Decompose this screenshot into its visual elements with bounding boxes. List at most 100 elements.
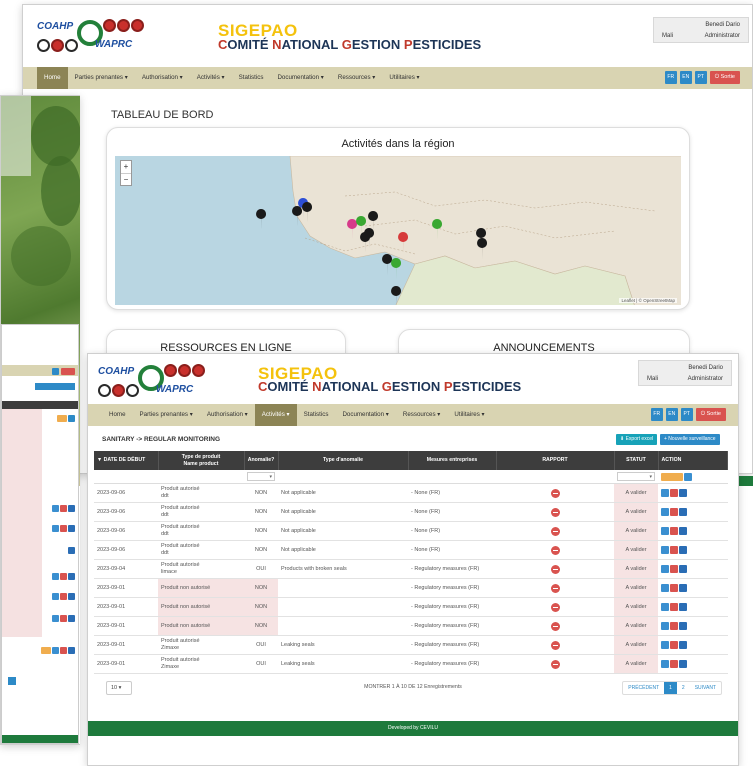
app-subtitle: COMITÉ NATIONAL GESTION PESTICIDES xyxy=(218,37,482,52)
col-report[interactable]: RAPPORT xyxy=(496,451,615,470)
report-icon[interactable] xyxy=(550,621,560,631)
nav-statistics[interactable]: Statistics xyxy=(232,67,271,89)
main-navbar: Home Parties prenantes ▾ Authorisation ▾… xyxy=(88,404,738,426)
map-marker xyxy=(382,254,393,276)
nav-activites[interactable]: Activités ▾ xyxy=(190,67,232,89)
prev-page-button[interactable]: PRÉCÉDENT xyxy=(623,682,664,694)
edit-icon[interactable] xyxy=(661,489,669,497)
anomaly-filter[interactable]: ▾ xyxy=(247,472,275,481)
nav-activites[interactable]: Activités ▾ xyxy=(254,404,297,426)
delete-icon[interactable] xyxy=(670,622,678,630)
nav-home[interactable]: Home xyxy=(102,404,133,426)
nav-utilitaires[interactable]: Utilitaires ▾ xyxy=(382,67,426,89)
report-icon[interactable] xyxy=(550,488,560,498)
map-attribution[interactable]: Leaflet | © OpenStreetMap xyxy=(619,298,677,303)
view-icon[interactable] xyxy=(679,622,687,630)
report-icon[interactable] xyxy=(550,659,560,669)
col-product[interactable]: Type de produit Name product xyxy=(158,451,245,470)
cell-report xyxy=(496,540,614,560)
col-anomaly[interactable]: Anomalie? xyxy=(244,451,279,470)
nav-documentation[interactable]: Documentation ▾ xyxy=(270,67,330,89)
delete-icon[interactable] xyxy=(670,660,678,668)
view-icon[interactable] xyxy=(679,527,687,535)
lang-fr-button[interactable]: FR xyxy=(664,71,677,84)
delete-icon[interactable] xyxy=(670,603,678,611)
lang-pt-button[interactable]: PT xyxy=(694,71,707,84)
reset-filter-button[interactable] xyxy=(684,472,692,481)
edit-icon[interactable] xyxy=(661,565,669,573)
cell-anomaly-type: Not applicable xyxy=(278,521,408,541)
cell-date: 2023-09-01 xyxy=(94,597,158,617)
cell-report xyxy=(496,483,614,503)
lang-pt-button[interactable]: PT xyxy=(680,408,693,421)
export-excel-button[interactable]: ⬇ Export excel xyxy=(616,434,658,445)
cell-measures: - Regulatory measures (FR) xyxy=(408,654,496,674)
cell-date: 2023-09-04 xyxy=(94,559,158,579)
view-icon[interactable] xyxy=(679,584,687,592)
nav-authorisation[interactable]: Authorisation ▾ xyxy=(200,404,255,426)
col-status[interactable]: STATUT xyxy=(614,451,659,470)
report-icon[interactable] xyxy=(550,583,560,593)
edit-icon[interactable] xyxy=(661,603,669,611)
nav-statistics[interactable]: Statistics xyxy=(297,404,336,426)
report-icon[interactable] xyxy=(550,507,560,517)
new-monitoring-button[interactable]: + Nouvelle surveillance xyxy=(660,434,720,445)
report-icon[interactable] xyxy=(550,640,560,650)
view-icon[interactable] xyxy=(679,546,687,554)
nav-authorisation[interactable]: Authorisation ▾ xyxy=(135,67,190,89)
delete-icon[interactable] xyxy=(670,527,678,535)
view-icon[interactable] xyxy=(679,603,687,611)
view-icon[interactable] xyxy=(679,565,687,573)
edit-icon[interactable] xyxy=(661,622,669,630)
page-2-button[interactable]: 2 xyxy=(677,682,690,694)
view-icon[interactable] xyxy=(679,660,687,668)
cell-measures: - None (FR) xyxy=(408,521,496,541)
lang-en-button[interactable]: EN xyxy=(679,71,692,84)
edit-icon[interactable] xyxy=(661,546,669,554)
cell-anomaly: NON xyxy=(244,597,278,617)
logout-button[interactable]: ⏻ Sortie xyxy=(709,71,740,84)
table-row: 2023-09-01 Produit non autorisé NON - Regul… xyxy=(94,597,728,617)
nav-parties-prenantes[interactable]: Parties prenantes ▾ xyxy=(133,404,200,426)
nav-home[interactable]: Home xyxy=(37,67,68,89)
col-measures[interactable]: Mesures entreprises xyxy=(408,451,497,470)
edit-icon[interactable] xyxy=(661,527,669,535)
view-icon[interactable] xyxy=(679,641,687,649)
delete-icon[interactable] xyxy=(670,584,678,592)
edit-icon[interactable] xyxy=(661,660,669,668)
view-icon[interactable] xyxy=(679,508,687,516)
report-icon[interactable] xyxy=(550,526,560,536)
col-anomaly-type[interactable]: Type d'anomalie xyxy=(278,451,409,470)
delete-icon[interactable] xyxy=(670,546,678,554)
delete-icon[interactable] xyxy=(670,508,678,516)
status-filter[interactable]: ▾ xyxy=(617,472,655,481)
nav-utilitaires[interactable]: Utilitaires ▾ xyxy=(447,404,491,426)
view-icon[interactable] xyxy=(679,489,687,497)
report-icon[interactable] xyxy=(550,564,560,574)
report-icon[interactable] xyxy=(550,545,560,555)
lang-en-button[interactable]: EN xyxy=(665,408,678,421)
table-row: 2023-09-06 Produit autorisé ddt NON Not app… xyxy=(94,502,728,522)
nav-documentation[interactable]: Documentation ▾ xyxy=(335,404,395,426)
filter-button[interactable] xyxy=(661,472,683,481)
cell-status: A valider xyxy=(614,578,658,598)
nav-parties-prenantes[interactable]: Parties prenantes ▾ xyxy=(68,67,135,89)
edit-icon[interactable] xyxy=(661,641,669,649)
nav-ressources[interactable]: Ressources ▾ xyxy=(396,404,448,426)
nav-ressources[interactable]: Ressources ▾ xyxy=(331,67,383,89)
edit-icon[interactable] xyxy=(661,508,669,516)
delete-icon[interactable] xyxy=(670,565,678,573)
col-date[interactable]: ▼ DATE DE DÉBUT xyxy=(94,451,159,470)
user-box[interactable]: Benedi Dario Mali Administrator xyxy=(653,17,749,43)
next-page-button[interactable]: SUIVANT xyxy=(690,682,721,694)
cell-anomaly: NON xyxy=(244,540,278,560)
lang-fr-button[interactable]: FR xyxy=(650,408,663,421)
delete-icon[interactable] xyxy=(670,489,678,497)
logout-button[interactable]: ⏻ Sortie xyxy=(695,408,726,421)
activity-map[interactable]: + − Leaflet | © OpenStreetMap xyxy=(115,156,681,305)
delete-icon[interactable] xyxy=(670,641,678,649)
report-icon[interactable] xyxy=(550,602,560,612)
edit-icon[interactable] xyxy=(661,584,669,592)
user-box[interactable]: Benedi Dario Mali Administrator xyxy=(638,360,732,386)
page-1-button[interactable]: 1 xyxy=(664,682,677,694)
